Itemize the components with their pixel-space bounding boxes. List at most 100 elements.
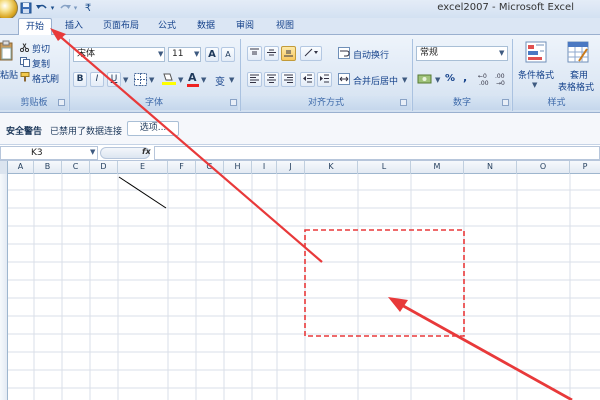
align-top-button[interactable] [247,46,262,61]
column-header[interactable]: L [358,161,411,174]
security-warning-message: 已禁用了数据连接 [50,127,123,137]
column-header[interactable]: P [570,161,600,174]
phonetic-button[interactable]: 变 [215,73,225,88]
paste-button[interactable]: 粘贴 [0,68,18,81]
conditional-formatting-icon[interactable] [525,41,547,63]
column-header[interactable]: H [224,161,252,174]
tab-data[interactable]: 数据 [190,18,222,35]
svg-text:→0: →0 [496,80,505,86]
borders-icon[interactable] [134,73,147,86]
column-header[interactable]: F [168,161,196,174]
merge-center-icon [338,73,350,85]
align-left-button[interactable] [247,72,262,87]
italic-button[interactable]: I [90,72,104,87]
currency-icon[interactable] [417,72,433,86]
select-all-button[interactable] [0,161,8,174]
font-color-button[interactable]: A [188,71,197,84]
bold-button[interactable]: B [73,72,87,87]
chevron-down-icon[interactable]: ▼ [90,148,95,156]
column-header[interactable]: M [411,161,464,174]
format-as-table-line2[interactable]: 表格格式 [558,80,594,93]
column-header[interactable]: J [277,161,305,174]
align-center-button[interactable] [264,72,279,87]
chevron-down-icon[interactable]: ▼ [178,76,183,84]
chevron-down-icon[interactable]: ▼ [123,76,128,84]
align-middle-button[interactable] [264,46,279,61]
comma-button[interactable]: , [463,71,467,84]
column-header[interactable]: A [8,161,34,174]
merge-center-button[interactable]: 合并后居中 [353,74,398,87]
svg-text:.00: .00 [495,73,505,80]
cell-grid[interactable] [8,174,600,400]
tab-page-layout[interactable]: 页面布局 [97,18,145,35]
increase-decimal-icon[interactable]: ←0.00 [478,72,493,87]
align-bottom-button[interactable] [281,46,296,61]
column-header[interactable]: I [252,161,277,174]
column-header[interactable]: C [62,161,90,174]
security-warning-title: 安全警告 [6,127,43,137]
chevron-down-icon[interactable]: ▼ [229,76,234,84]
font-launcher-icon[interactable] [230,99,237,106]
alignment-group-label: 对齐方式 [241,96,411,110]
styles-group-label: 样式 [513,96,600,110]
decrease-indent-button[interactable] [300,72,315,87]
window-title: excel2007 - Microsoft Excel [437,2,574,13]
tab-view[interactable]: 视图 [268,18,302,35]
chevron-down-icon[interactable]: ▼ [435,76,440,84]
font-name-select[interactable]: 宋体 [73,47,165,62]
name-box[interactable]: K3 [0,146,98,160]
underline-button[interactable]: U [107,72,121,87]
percent-button[interactable]: % [445,73,455,84]
increase-indent-button[interactable] [317,72,332,87]
security-options-button[interactable]: 选项... [127,121,179,136]
conditional-formatting-button[interactable]: 条件格式 [518,68,554,81]
column-header[interactable]: D [90,161,118,174]
tab-home[interactable]: 开始 [18,18,52,36]
format-painter-icon [20,72,30,82]
chevron-down-icon[interactable]: ▼ [201,76,206,84]
font-color-swatch [187,84,199,87]
font-group-label: 字体 [70,96,238,110]
copy-icon [20,57,30,67]
copy-button[interactable]: 复制 [32,57,50,70]
format-painter-button[interactable]: 格式刷 [32,72,59,85]
number-launcher-icon[interactable] [502,99,509,106]
format-as-table-icon[interactable] [567,41,589,63]
align-right-button[interactable] [281,72,296,87]
tab-formulas[interactable]: 公式 [152,18,182,35]
tab-insert[interactable]: 插入 [58,18,90,35]
column-header[interactable]: E [118,161,168,174]
drawn-line-shape[interactable] [118,176,167,209]
row-header-column [0,174,8,400]
wrap-text-icon [338,47,350,59]
grow-font-button[interactable]: A [205,47,219,62]
chevron-down-icon[interactable]: ▼ [402,76,407,84]
insert-function-button[interactable]: fx [142,147,151,156]
cut-button[interactable]: 剪切 [32,42,50,55]
column-header[interactable]: K [305,161,358,174]
alignment-launcher-icon[interactable] [400,99,407,106]
column-header[interactable]: N [464,161,517,174]
scissors-icon [19,43,30,53]
column-header[interactable]: O [517,161,570,174]
wrap-text-button[interactable]: 自动换行 [353,48,389,61]
column-header[interactable]: B [34,161,62,174]
orientation-button[interactable] [300,46,322,61]
shrink-font-button[interactable]: A [221,47,235,62]
svg-text:←0: ←0 [478,73,487,80]
chevron-down-icon: ▼ [158,50,164,58]
number-format-select[interactable]: 常规 [416,46,508,61]
paste-icon[interactable] [0,40,14,62]
number-group-label: 数字 [413,96,511,110]
fill-color-icon[interactable] [161,72,177,86]
decrease-decimal-icon[interactable]: .00 →0 [495,72,510,87]
chevron-down-icon[interactable]: ▼ [149,76,154,84]
svg-text:.00: .00 [479,80,489,86]
chevron-down-icon: ▼ [194,50,200,58]
tab-review[interactable]: 审阅 [229,18,261,35]
column-header[interactable]: G [196,161,224,174]
chevron-down-icon[interactable]: ▼ [532,81,537,89]
clipboard-launcher-icon[interactable] [58,99,65,106]
formula-input[interactable] [154,146,600,160]
chevron-down-icon: ▼ [499,49,505,57]
